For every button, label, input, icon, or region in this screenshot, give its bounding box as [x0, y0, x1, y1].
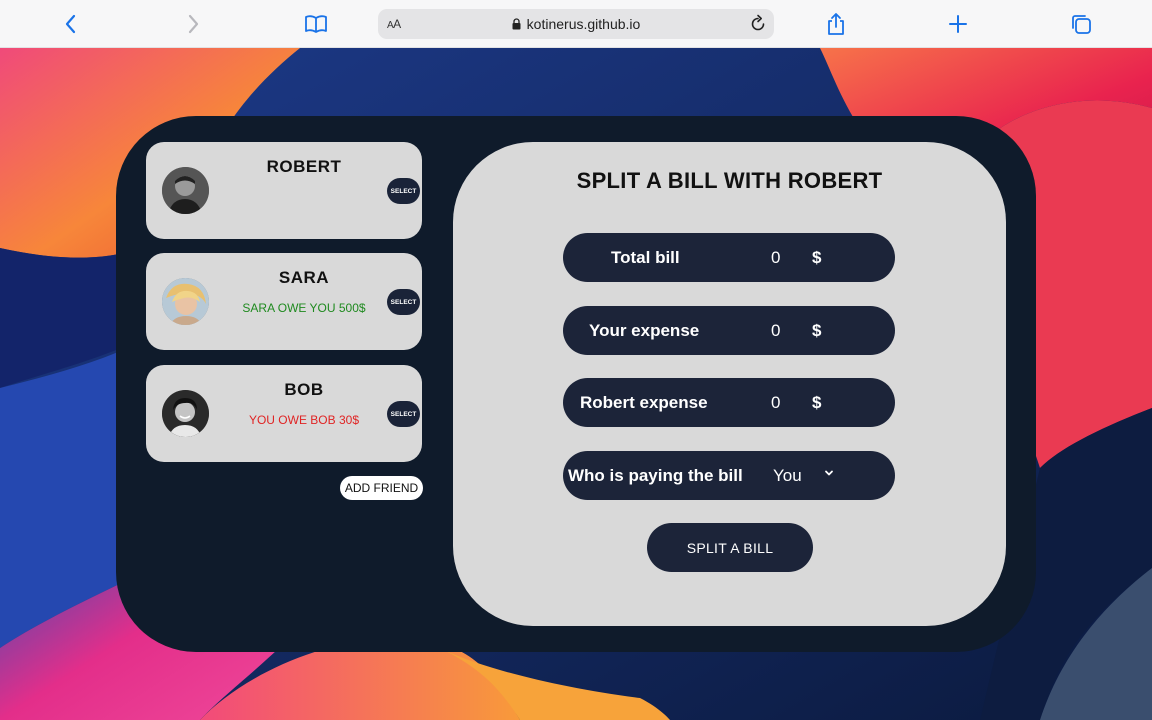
chevron-left-icon: [65, 14, 76, 34]
friend-card-sara[interactable]: SARA SARA OWE YOU 500$ SELECT: [146, 253, 422, 350]
avatar-bob-image: [162, 390, 209, 437]
form-title: SPLIT A BILL WITH ROBERT: [576, 168, 883, 193]
reload-icon[interactable]: [748, 14, 768, 34]
select-button[interactable]: SELECT: [387, 178, 420, 204]
avatar: [162, 167, 209, 214]
avatar: [162, 390, 209, 437]
friend-expense-field: Robert expense 0 $: [563, 378, 895, 427]
payer-select[interactable]: You: [773, 466, 802, 486]
avatar: [162, 278, 209, 325]
avatar-robert-image: [162, 167, 209, 214]
total-bill-field: Total bill 0 $: [563, 233, 895, 282]
avatar-sara-image: [162, 278, 209, 325]
book-icon: [305, 15, 327, 33]
currency-label: $: [812, 321, 822, 340]
your-expense-field: Your expense 0 $: [563, 306, 895, 355]
payer-field: Who is paying the bill You: [563, 451, 895, 500]
chevron-right-icon: [188, 14, 199, 34]
address-bar[interactable]: AA kotinerus.github.io: [378, 9, 774, 39]
lock-icon: [512, 18, 521, 30]
friend-card-bob[interactable]: BOB YOU OWE BOB 30$ SELECT: [146, 365, 422, 462]
friend-balance: SARA OWE YOU 500$: [242, 301, 366, 315]
field-label: Who is paying the bill: [568, 466, 743, 485]
bill-splitter-app: ROBERT SELECT SARA SARA OWE YOU 500$ SEL…: [116, 116, 1036, 652]
friend-name: SARA: [278, 268, 330, 287]
back-button[interactable]: [57, 10, 85, 38]
share-icon: [828, 13, 844, 35]
field-label: Total bill: [611, 248, 680, 267]
field-label: Robert expense: [580, 393, 708, 412]
share-button[interactable]: [822, 10, 850, 38]
your-expense-input[interactable]: 0: [771, 321, 780, 341]
total-bill-input[interactable]: 0: [771, 248, 780, 268]
currency-label: $: [812, 248, 822, 267]
chevron-down-icon[interactable]: [824, 468, 834, 478]
friend-card-robert[interactable]: ROBERT SELECT: [146, 142, 422, 239]
tabs-button[interactable]: [1067, 10, 1095, 38]
new-tab-button[interactable]: [944, 10, 972, 38]
split-bill-button[interactable]: SPLIT A BILL: [647, 523, 813, 572]
plus-icon: [949, 15, 967, 33]
friend-expense-input[interactable]: 0: [771, 393, 780, 413]
browser-toolbar: AA kotinerus.github.io: [0, 0, 1152, 48]
currency-label: $: [812, 393, 822, 412]
friend-name: BOB: [284, 380, 324, 399]
field-label: Your expense: [589, 321, 700, 340]
friend-balance: YOU OWE BOB 30$: [248, 413, 360, 427]
url-text: kotinerus.github.io: [526, 16, 641, 32]
friend-name: ROBERT: [266, 157, 342, 176]
split-bill-form: SPLIT A BILL WITH ROBERT Total bill 0 $ …: [453, 142, 1006, 626]
tabs-icon: [1072, 15, 1091, 34]
url-display: kotinerus.github.io: [378, 16, 774, 32]
select-button[interactable]: SELECT: [387, 401, 420, 427]
forward-button[interactable]: [179, 10, 207, 38]
reader-button[interactable]: [302, 10, 330, 38]
add-friend-button[interactable]: ADD FRIEND: [340, 476, 423, 500]
select-button[interactable]: SELECT: [387, 289, 420, 315]
